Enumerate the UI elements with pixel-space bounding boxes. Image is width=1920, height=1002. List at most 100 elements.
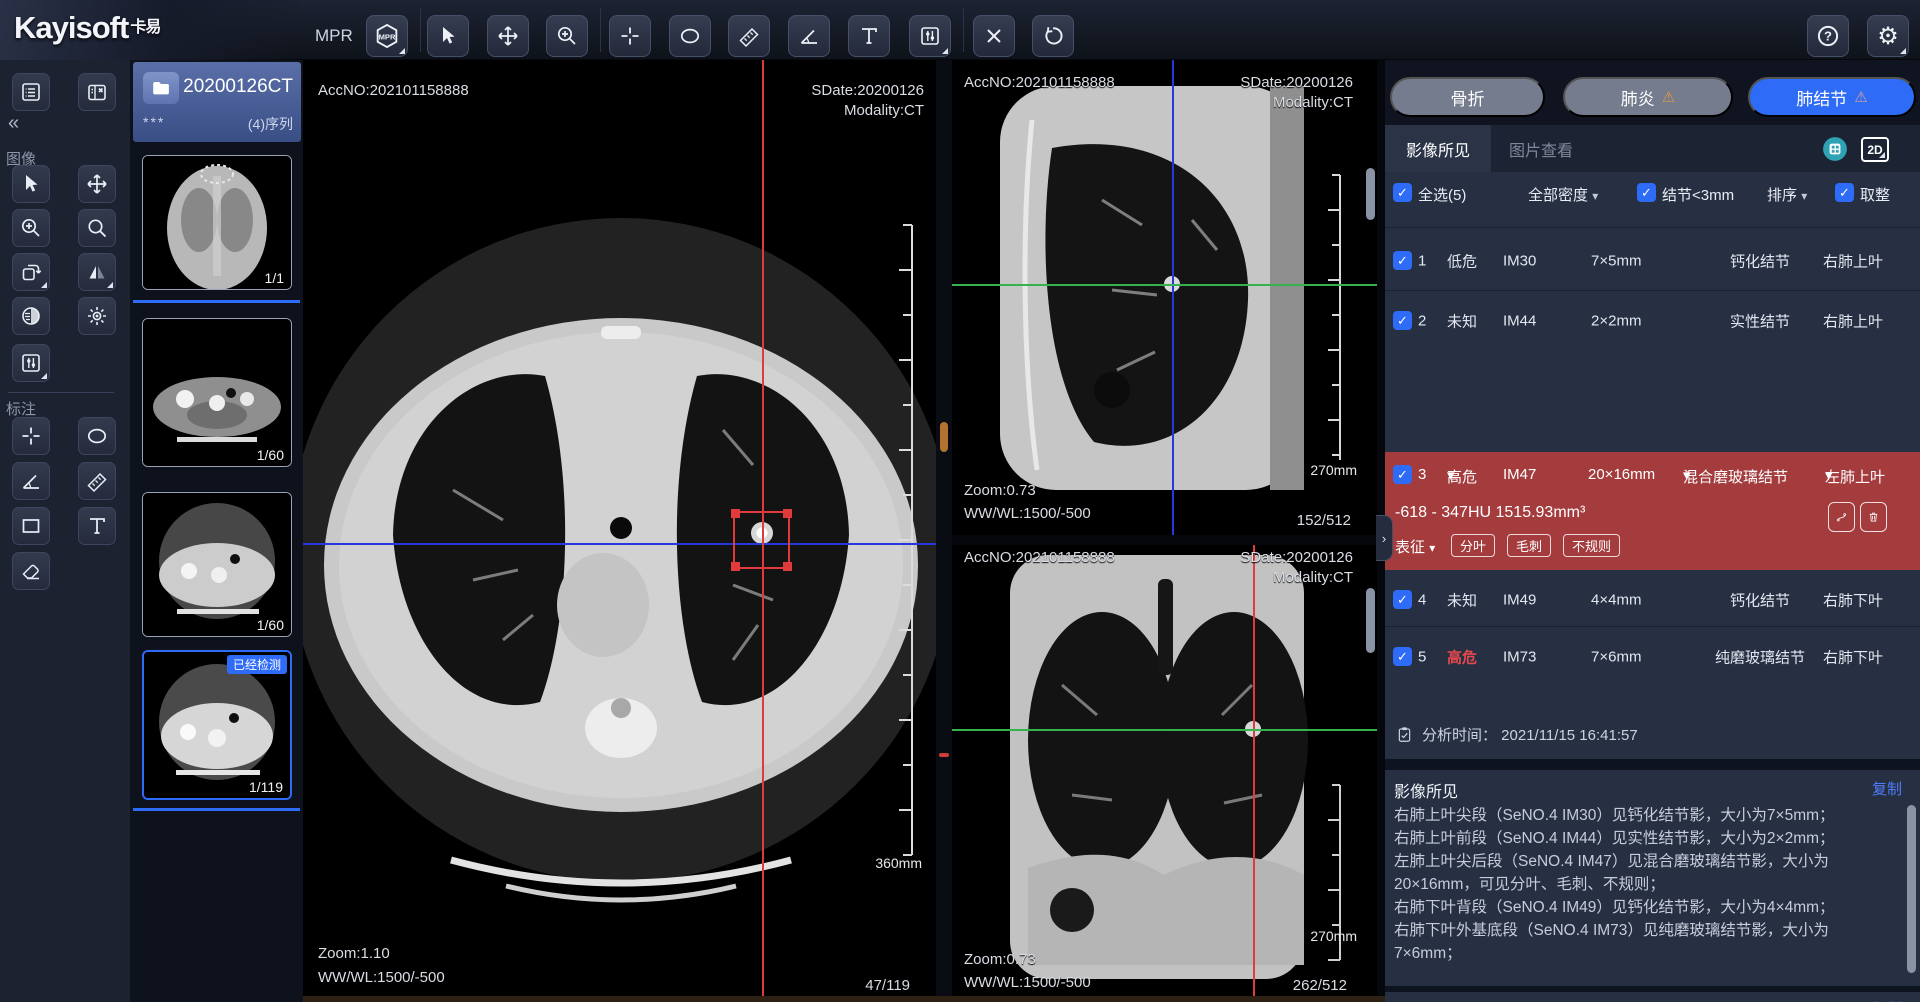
help-button[interactable] — [1807, 15, 1849, 57]
folder-button[interactable] — [143, 72, 179, 104]
tab-image-view[interactable]: 图片查看 — [1491, 125, 1591, 172]
density-filter-dropdown[interactable]: 全部密度 ▾ — [1528, 184, 1598, 205]
crosshair-horizontal-blue[interactable] — [303, 543, 936, 545]
window-level-button[interactable] — [909, 15, 951, 57]
rail-eraser-tool[interactable] — [12, 552, 50, 590]
study-tab[interactable]: 20200126CT *** (4)序列 — [133, 62, 301, 142]
axial-scrollbar-track[interactable] — [936, 60, 952, 1002]
zoom-tool-button[interactable] — [546, 15, 588, 57]
settings-button[interactable]: ⚙ — [1867, 15, 1909, 57]
select-tool-button[interactable] — [427, 15, 469, 57]
rail-brightness-tool[interactable] — [78, 297, 116, 335]
series-thumbnail-4-selected[interactable]: 已经检测 1/119 — [142, 650, 292, 800]
copy-findings-link[interactable]: 复制 — [1872, 778, 1902, 799]
crosshair-vertical-red[interactable] — [1253, 545, 1255, 1002]
series-list-button[interactable] — [12, 73, 50, 111]
nodule-row-2[interactable]: ✓ 2 未知 IM44 2×2mm 实性结节 右肺上叶 — [1385, 294, 1920, 348]
rail-crosshair-tool[interactable] — [12, 417, 50, 455]
ruler-tool-button[interactable] — [728, 15, 770, 57]
sort-dropdown[interactable]: 排序 ▾ — [1767, 184, 1807, 205]
series-thumbnail-2[interactable]: 1/60 — [142, 318, 292, 467]
tab-findings[interactable]: 影像所见 — [1385, 125, 1491, 172]
nodule-checkbox[interactable]: ✓ — [1393, 590, 1412, 609]
rail-rect-tool[interactable] — [12, 507, 50, 545]
report-icon[interactable] — [1822, 136, 1848, 162]
findings-scrollbar-thumb[interactable] — [1907, 805, 1916, 973]
collapse-rail-button[interactable]: « — [8, 112, 19, 135]
rail-zoom-tool[interactable] — [12, 209, 50, 247]
series-thumbnail-3[interactable]: 1/60 — [142, 492, 292, 637]
nodule-row-5[interactable]: ✓ 5 高危 IM73 7×6mm 纯磨玻璃结节 右肺下叶 — [1385, 630, 1920, 684]
rail-rotate-tool[interactable] — [12, 253, 50, 291]
nodule-row-4[interactable]: ✓ 4 未知 IM49 4×4mm 钙化结节 右肺下叶 — [1385, 574, 1920, 626]
window-level: WW/WL:1500/-500 — [964, 974, 1091, 991]
series-thumbnail-1[interactable]: 1/1 — [142, 155, 292, 290]
text-tool-button[interactable] — [848, 15, 890, 57]
rail-text-tool[interactable] — [78, 507, 116, 545]
rail-magnify-tool[interactable] — [78, 209, 116, 247]
finding-line: 右肺上叶尖段（SeNO.4 IM30）见钙化结节影，大小为7×5mm； — [1394, 804, 1892, 827]
select-all-label[interactable]: 全选(5) — [1418, 184, 1466, 205]
left-tool-rail: « 图像 标注 — [0, 60, 130, 1002]
pan-tool-button[interactable] — [487, 15, 529, 57]
select-all-checkbox[interactable]: ✓ — [1393, 183, 1412, 202]
crosshair-tool-button[interactable] — [609, 15, 651, 57]
round-checkbox[interactable]: ✓ — [1835, 183, 1854, 202]
axial-scrollbar-thumb[interactable] — [940, 422, 948, 452]
mode-fracture-button[interactable]: 骨折 — [1390, 77, 1545, 117]
rail-pan-tool[interactable] — [78, 165, 116, 203]
small-nodule-label[interactable]: 结节<3mm — [1662, 184, 1734, 205]
sagittal-scrollbar-thumb[interactable] — [1366, 168, 1375, 220]
axial-viewport[interactable]: AccNO:202101158888 SDate:20200126 Modali… — [303, 60, 936, 1002]
rail-select-tool[interactable] — [12, 165, 50, 203]
feature-dropdown[interactable]: 表征 ▾ — [1395, 536, 1435, 557]
nodule-image-index: IM73 — [1503, 649, 1536, 666]
sagittal-viewport[interactable]: AccNO:202101158888 SDate:20200126 Modali… — [952, 60, 1377, 535]
crosshair-horizontal-green[interactable] — [952, 729, 1377, 731]
zoom-level: Zoom:0.73 — [964, 951, 1036, 968]
chevron-down-icon: ▾ — [1447, 466, 1455, 484]
coronal-scrollbar-thumb[interactable] — [1366, 588, 1375, 653]
delete-annotation-button[interactable] — [973, 15, 1015, 57]
rail-flip-tool[interactable] — [78, 253, 116, 291]
rail-ellipse-tool[interactable] — [78, 417, 116, 455]
rotate-ccw-icon — [1041, 24, 1065, 48]
coronal-viewport[interactable]: AccNO:202101158888 SDate:20200126 Modali… — [952, 545, 1377, 1002]
copy-report-link[interactable]: 复制 — [1872, 998, 1902, 1002]
crosshair-vertical-blue[interactable] — [1172, 60, 1174, 535]
small-nodule-checkbox[interactable]: ✓ — [1637, 183, 1656, 202]
modality: Modality:CT — [1273, 94, 1353, 111]
round-label[interactable]: 取整 — [1860, 184, 1890, 205]
nodule-row-1[interactable]: ✓ 1 低危 IM30 7×5mm 钙化结节 右肺上叶 — [1385, 232, 1920, 290]
rail-angle-tool[interactable] — [12, 462, 50, 500]
rail-ruler-tool[interactable] — [78, 462, 116, 500]
rail-invert-tool[interactable] — [12, 297, 50, 335]
mode-pneumonia-button[interactable]: 肺炎⚠ — [1563, 77, 1733, 117]
angle-tool-button[interactable] — [788, 15, 830, 57]
delete-nodule-button[interactable] — [1860, 502, 1887, 532]
lesion-track-button[interactable] — [1828, 502, 1855, 532]
rail-window-level-tool[interactable] — [12, 344, 50, 382]
annotate-tools-label: 标注 — [6, 398, 36, 419]
slice-position: 47/119 — [865, 977, 910, 994]
crosshair-horizontal-green[interactable] — [952, 284, 1377, 286]
feature-tag[interactable]: 不规则 — [1563, 534, 1620, 557]
nodule-row-3-selected[interactable]: ✓ 3 高危 ▾ IM47 20×16mm 混合磨玻璃结节 ▾ 左肺上叶 ▾ -… — [1385, 452, 1920, 570]
nodule-checkbox[interactable]: ✓ — [1393, 311, 1412, 330]
gear-icon: ⚙ — [1877, 22, 1899, 51]
2d-view-button[interactable]: 2D — [1861, 137, 1889, 162]
feature-tag[interactable]: 毛刺 — [1507, 534, 1551, 557]
ellipse-tool-button[interactable] — [669, 15, 711, 57]
nodule-roi-box[interactable] — [733, 511, 790, 569]
mpr-layout-button[interactable] — [366, 15, 408, 57]
nodule-checkbox[interactable]: ✓ — [1393, 465, 1412, 484]
close-panel-button[interactable] — [78, 73, 116, 111]
panel-expand-handle[interactable]: › — [1376, 515, 1393, 561]
reset-button[interactable] — [1032, 15, 1074, 57]
feature-tag[interactable]: 分叶 — [1451, 534, 1495, 557]
toolbar-separator — [600, 8, 601, 52]
report-title[interactable]: 诊断报告 NCCN指南 ▾ — [1394, 998, 1551, 1002]
nodule-checkbox[interactable]: ✓ — [1393, 251, 1412, 270]
nodule-checkbox[interactable]: ✓ — [1393, 647, 1412, 666]
mode-lung-nodule-button[interactable]: 肺结节⚠ — [1748, 77, 1916, 117]
